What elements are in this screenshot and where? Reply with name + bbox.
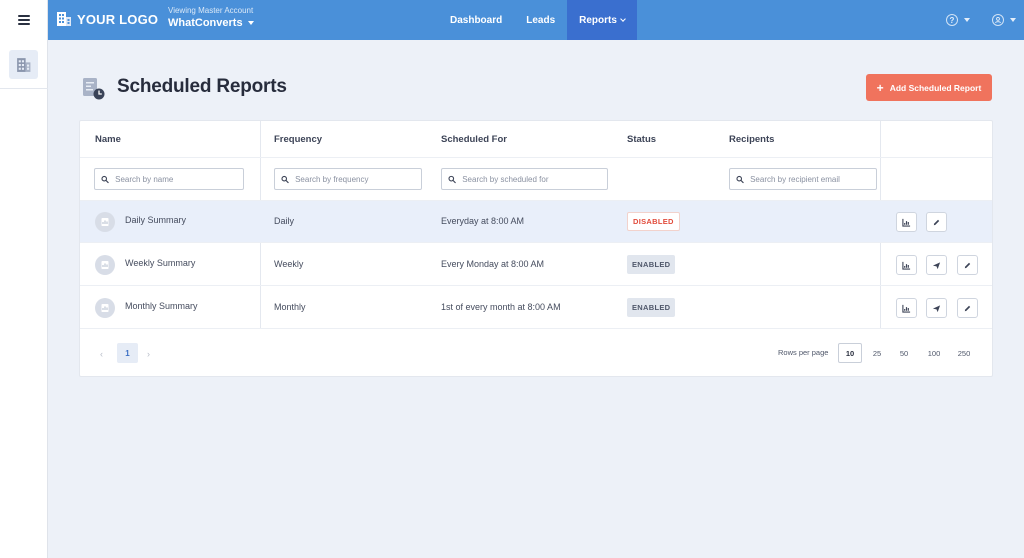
caret-down-icon	[1010, 18, 1016, 22]
sidebar-divider	[0, 88, 48, 89]
report-frequency: Monthly	[274, 302, 306, 312]
user-icon	[992, 14, 1004, 26]
search-icon	[101, 175, 109, 183]
menu-toggle-button[interactable]	[0, 0, 48, 40]
account-label: Viewing Master Account	[168, 6, 254, 15]
edit-icon	[933, 219, 940, 225]
nav-reports[interactable]: Reports	[567, 0, 637, 40]
send-icon	[932, 261, 941, 269]
nav-reports-label: Reports	[579, 14, 617, 26]
report-scheduled-for: Every Monday at 8:00 AM	[441, 259, 545, 269]
add-scheduled-report-button[interactable]: + Add Scheduled Report	[866, 74, 992, 101]
search-icon	[736, 175, 744, 183]
nav-leads-label: Leads	[526, 14, 556, 26]
search-name-field[interactable]	[94, 168, 244, 190]
column-header-recipients[interactable]: Recipents	[729, 134, 774, 145]
search-recipient-field[interactable]	[729, 168, 877, 190]
view-report-button[interactable]	[896, 212, 917, 232]
main-nav: Dashboard Leads Reports	[438, 0, 637, 40]
column-header-name[interactable]: Name	[95, 134, 121, 145]
report-avatar-icon	[95, 298, 115, 318]
account-name[interactable]: WhatConverts	[168, 16, 254, 30]
report-name[interactable]: Daily Summary	[125, 215, 186, 225]
menu-icon	[17, 15, 30, 25]
building-icon	[17, 58, 31, 72]
pagination: ‹ 1 › Rows per page 10 25 50 100 250	[80, 329, 992, 376]
add-scheduled-report-label: Add Scheduled Report	[889, 82, 982, 93]
building-logo-icon	[57, 12, 71, 26]
table-header-row: Name Frequency Scheduled For Status Reci…	[80, 121, 992, 158]
rows-per-page-option[interactable]: 10	[838, 343, 862, 363]
help-menu[interactable]: ?	[946, 14, 970, 26]
send-icon	[932, 304, 941, 312]
help-icon: ?	[946, 14, 958, 26]
report-icon	[902, 218, 911, 227]
search-scheduled-input[interactable]	[462, 174, 607, 184]
view-report-button[interactable]	[896, 298, 917, 318]
send-report-button[interactable]	[926, 255, 947, 275]
report-name[interactable]: Weekly Summary	[125, 258, 195, 268]
rows-per-page-option[interactable]: 250	[952, 343, 976, 363]
search-frequency-input[interactable]	[295, 174, 421, 184]
status-badge: ENABLED	[627, 298, 676, 317]
nav-dashboard[interactable]: Dashboard	[438, 0, 514, 40]
chevron-down-icon	[620, 15, 626, 22]
report-scheduled-for: 1st of every month at 8:00 AM	[441, 302, 561, 312]
account-switcher[interactable]: Viewing Master Account WhatConverts	[168, 6, 254, 30]
column-header-status[interactable]: Status	[627, 134, 656, 145]
search-icon	[448, 175, 456, 183]
user-menu[interactable]	[992, 14, 1016, 26]
caret-down-icon	[964, 18, 970, 22]
view-report-button[interactable]	[896, 255, 917, 275]
next-page-button[interactable]: ›	[147, 349, 150, 359]
table-row[interactable]: Monthly Summary Monthly 1st of every mon…	[80, 287, 992, 329]
edit-report-button[interactable]	[957, 255, 978, 275]
report-frequency: Weekly	[274, 259, 304, 269]
search-icon	[281, 175, 289, 183]
search-recipient-input[interactable]	[750, 174, 876, 184]
brand-logo[interactable]: YOUR LOGO	[56, 11, 158, 27]
search-name-input[interactable]	[115, 174, 243, 184]
scheduled-reports-table: Name Frequency Scheduled For Status Reci…	[79, 120, 993, 377]
rows-per-page-option[interactable]: 100	[922, 343, 946, 363]
status-badge: ENABLED	[627, 255, 676, 274]
search-frequency-field[interactable]	[274, 168, 422, 190]
column-header-scheduled-for[interactable]: Scheduled For	[441, 134, 507, 145]
report-avatar-icon	[95, 255, 115, 275]
plus-icon: +	[876, 80, 884, 95]
edit-report-button[interactable]	[926, 212, 947, 232]
search-scheduled-field[interactable]	[441, 168, 608, 190]
account-name-text: WhatConverts	[168, 17, 243, 29]
edit-icon	[964, 305, 971, 311]
top-right-icons: ?	[946, 0, 1016, 40]
edit-icon	[964, 262, 971, 268]
nav-dashboard-label: Dashboard	[450, 14, 503, 26]
rows-per-page-label: Rows per page	[778, 348, 829, 357]
send-report-button[interactable]	[926, 298, 947, 318]
table-filter-row	[80, 158, 992, 201]
rows-per-page-option[interactable]: 50	[894, 343, 914, 363]
table-row[interactable]: Weekly Summary Weekly Every Monday at 8:…	[80, 244, 992, 286]
nav-leads[interactable]: Leads	[514, 0, 567, 40]
top-navigation-bar: YOUR LOGO Viewing Master Account WhatCon…	[0, 0, 1024, 40]
table-row[interactable]: Daily Summary Daily Everyday at 8:00 AM …	[80, 201, 992, 243]
scheduled-report-icon	[82, 77, 106, 101]
rows-per-page-option[interactable]: 25	[867, 343, 887, 363]
edit-report-button[interactable]	[957, 298, 978, 318]
logo-text: YOUR LOGO	[77, 11, 159, 27]
left-sidebar	[0, 40, 48, 558]
status-badge: DISABLED	[627, 212, 680, 231]
report-icon	[902, 304, 911, 313]
sidebar-item-accounts[interactable]	[9, 50, 38, 79]
report-name[interactable]: Monthly Summary	[125, 301, 198, 311]
report-frequency: Daily	[274, 216, 295, 226]
page-title: Scheduled Reports	[117, 76, 287, 97]
report-icon	[902, 261, 911, 270]
report-avatar-icon	[95, 212, 115, 232]
page-number-current[interactable]: 1	[117, 343, 138, 363]
caret-down-icon	[247, 21, 254, 25]
report-scheduled-for: Everyday at 8:00 AM	[441, 216, 525, 226]
column-header-frequency[interactable]: Frequency	[274, 134, 322, 145]
prev-page-button[interactable]: ‹	[100, 349, 103, 359]
